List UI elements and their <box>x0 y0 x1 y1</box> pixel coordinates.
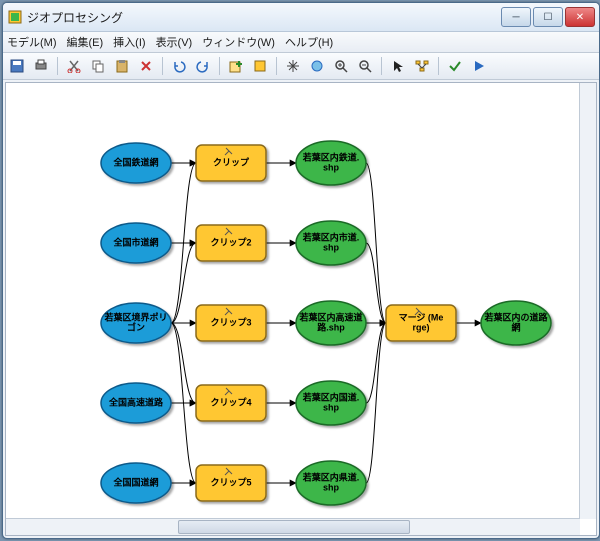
create-variable-icon[interactable] <box>250 56 270 76</box>
zoom-out-icon[interactable] <box>355 56 375 76</box>
horizontal-scrollbar[interactable] <box>6 518 580 535</box>
model-canvas[interactable]: 全国鉄道網全国市道網若葉区境界ポリゴン全国高速道路全国国道網全国県道網クリップク… <box>6 83 596 535</box>
svg-text:若葉区内鉄道.: 若葉区内鉄道. <box>302 151 360 162</box>
node-o1[interactable]: 若葉区内鉄道.shp <box>296 141 366 185</box>
svg-text:路.shp: 路.shp <box>317 321 345 332</box>
svg-text:クリップ3: クリップ3 <box>210 316 251 327</box>
menu-insert[interactable]: 挿入(I) <box>113 34 145 50</box>
menu-window[interactable]: ウィンドウ(W) <box>202 34 275 50</box>
svg-text:ゴン: ゴン <box>127 321 145 332</box>
delete-icon[interactable] <box>136 56 156 76</box>
redo-icon[interactable] <box>193 56 213 76</box>
node-in5[interactable]: 全国国道網 <box>101 463 171 503</box>
menu-model[interactable]: モデル(M) <box>7 34 57 50</box>
auto-layout-icon[interactable] <box>412 56 432 76</box>
paste-icon[interactable] <box>112 56 132 76</box>
model-diagram[interactable]: 全国鉄道網全国市道網若葉区境界ポリゴン全国高速道路全国国道網全国県道網クリップク… <box>6 83 596 535</box>
svg-text:若葉区内国道.: 若葉区内国道. <box>302 391 360 402</box>
vertical-scrollbar[interactable] <box>579 83 596 519</box>
node-in1[interactable]: 全国鉄道網 <box>101 143 171 183</box>
cut-icon[interactable] <box>64 56 84 76</box>
full-extent-icon[interactable] <box>307 56 327 76</box>
svg-text:クリップ: クリップ <box>213 156 250 167</box>
edge-in3-t4 <box>171 323 196 403</box>
validate-icon[interactable] <box>445 56 465 76</box>
node-tm[interactable]: マージ (Merge) <box>386 305 456 341</box>
menu-edit[interactable]: 編集(E) <box>67 34 104 50</box>
node-t2[interactable]: クリップ2 <box>196 225 266 261</box>
svg-text:shp: shp <box>323 162 340 172</box>
maximize-button[interactable]: ☐ <box>533 7 563 27</box>
svg-text:若葉区境界ポリ: 若葉区境界ポリ <box>103 311 167 322</box>
svg-text:若葉区内市道.: 若葉区内市道. <box>302 231 360 242</box>
save-icon[interactable] <box>7 56 27 76</box>
svg-text:shp: shp <box>323 482 340 492</box>
svg-text:全国高速道路: 全国高速道路 <box>108 396 164 407</box>
app-icon <box>7 9 23 25</box>
svg-text:網: 網 <box>511 321 520 332</box>
svg-text:若葉区内の道路: 若葉区内の道路 <box>483 311 548 322</box>
node-t3[interactable]: クリップ3 <box>196 305 266 341</box>
node-o3[interactable]: 若葉区内高速道路.shp <box>296 301 366 345</box>
pan-icon[interactable] <box>283 56 303 76</box>
edge-o2-tm <box>366 243 386 323</box>
svg-text:クリップ4: クリップ4 <box>210 396 251 407</box>
node-in3[interactable]: 若葉区境界ポリゴン <box>101 303 171 343</box>
edge-o5-tm <box>366 323 386 483</box>
node-in2[interactable]: 全国市道網 <box>101 223 171 263</box>
edge-in3-t2 <box>171 243 196 323</box>
svg-text:クリップ5: クリップ5 <box>210 476 251 487</box>
node-t1[interactable]: クリップ <box>196 145 266 181</box>
node-o2[interactable]: 若葉区内市道.shp <box>296 221 366 265</box>
node-t5[interactable]: クリップ5 <box>196 465 266 501</box>
close-button[interactable]: ✕ <box>565 7 595 27</box>
select-icon[interactable] <box>388 56 408 76</box>
add-data-icon[interactable] <box>226 56 246 76</box>
toolbar <box>3 53 599 80</box>
svg-text:若葉区内県道.: 若葉区内県道. <box>302 471 360 482</box>
edge-o4-tm <box>366 323 386 403</box>
window-title: ジオプロセシング <box>27 9 501 26</box>
minimize-button[interactable]: ─ <box>501 7 531 27</box>
menubar: モデル(M) 編集(E) 挿入(I) 表示(V) ウィンドウ(W) ヘルプ(H) <box>3 32 599 53</box>
menu-help[interactable]: ヘルプ(H) <box>285 34 333 50</box>
zoom-in-icon[interactable] <box>331 56 351 76</box>
svg-text:クリップ2: クリップ2 <box>210 236 251 247</box>
node-o5[interactable]: 若葉区内県道.shp <box>296 461 366 505</box>
svg-text:rge): rge) <box>412 322 429 332</box>
titlebar[interactable]: ジオプロセシング ─ ☐ ✕ <box>3 3 599 32</box>
node-o4[interactable]: 若葉区内国道.shp <box>296 381 366 425</box>
edge-o1-tm <box>366 163 386 323</box>
canvas-area: 全国鉄道網全国市道網若葉区境界ポリゴン全国高速道路全国国道網全国県道網クリップク… <box>5 82 597 536</box>
undo-icon[interactable] <box>169 56 189 76</box>
node-om[interactable]: 若葉区内の道路網 <box>481 301 551 345</box>
copy-icon[interactable] <box>88 56 108 76</box>
svg-text:shp: shp <box>323 242 340 252</box>
run-icon[interactable] <box>469 56 489 76</box>
node-t4[interactable]: クリップ4 <box>196 385 266 421</box>
print-icon[interactable] <box>31 56 51 76</box>
svg-text:全国鉄道網: 全国鉄道網 <box>112 156 158 167</box>
node-in4[interactable]: 全国高速道路 <box>101 383 171 423</box>
menu-view[interactable]: 表示(V) <box>156 34 193 50</box>
svg-text:若葉区内高速道: 若葉区内高速道 <box>298 311 362 322</box>
svg-text:全国国道網: 全国国道網 <box>112 476 158 487</box>
svg-text:全国市道網: 全国市道網 <box>112 236 158 247</box>
app-window: ジオプロセシング ─ ☐ ✕ モデル(M) 編集(E) 挿入(I) 表示(V) … <box>2 2 600 539</box>
svg-text:shp: shp <box>323 402 340 412</box>
svg-text:マージ (Me: マージ (Me <box>399 312 444 322</box>
